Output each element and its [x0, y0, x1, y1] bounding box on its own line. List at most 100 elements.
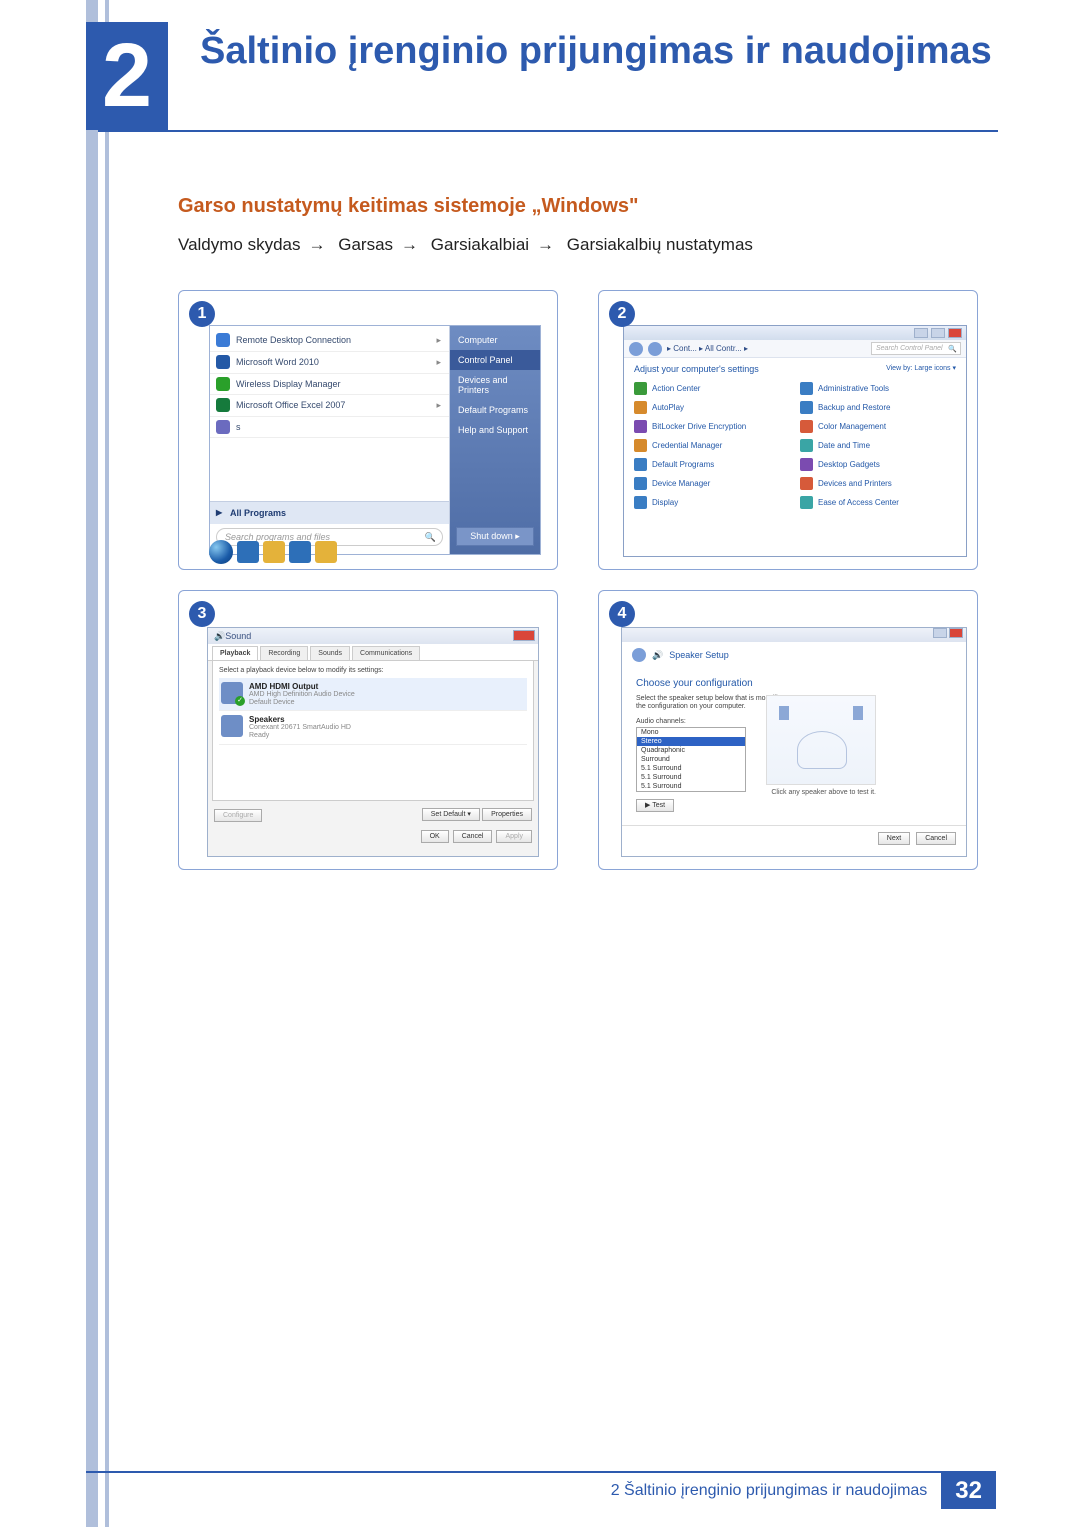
- cp-item-datetime[interactable]: Date and Time: [800, 439, 956, 452]
- device-row[interactable]: SpeakersConexant 20671 SmartAudio HDRead…: [219, 711, 527, 744]
- start-menu-link[interactable]: Default Programs: [450, 400, 540, 420]
- check-icon: ✓: [235, 696, 245, 706]
- chapter-title: Šaltinio įrenginio prijungimas ir naudoj…: [200, 30, 992, 73]
- taskbar-icon[interactable]: [237, 541, 259, 563]
- arrow-icon: →: [529, 235, 562, 254]
- nav-bar: ▸ Cont... ▸ All Contr... ▸ Search Contro…: [624, 340, 966, 358]
- start-menu-item[interactable]: Wireless Display Manager: [210, 374, 449, 395]
- cp-item-display[interactable]: Display: [634, 496, 790, 509]
- list-item[interactable]: Surround: [637, 755, 745, 764]
- chapter-number-box: 2: [86, 22, 168, 130]
- viewby-dropdown[interactable]: View by: Large icons ▾: [886, 364, 956, 374]
- arrow-icon: →: [393, 235, 426, 254]
- dialog-buttons: Next Cancel: [622, 825, 966, 851]
- start-menu-item[interactable]: s: [210, 417, 449, 438]
- next-button[interactable]: Next: [878, 832, 910, 845]
- taskbar-icon[interactable]: [289, 541, 311, 563]
- tab-recording[interactable]: Recording: [260, 646, 308, 660]
- search-input[interactable]: Search Control Panel🔍: [871, 342, 961, 355]
- cp-item-default-programs[interactable]: Default Programs: [634, 458, 790, 471]
- speaker-left-icon[interactable]: [779, 706, 789, 720]
- titlebar: [624, 326, 966, 340]
- cp-item-backup[interactable]: Backup and Restore: [800, 401, 956, 414]
- list-item[interactable]: 5.1 Surround: [637, 782, 745, 791]
- tab-sounds[interactable]: Sounds: [310, 646, 350, 660]
- cancel-button[interactable]: Cancel: [916, 832, 956, 845]
- tab-playback[interactable]: Playback: [212, 646, 258, 660]
- ok-button[interactable]: OK: [421, 830, 449, 843]
- start-menu-item[interactable]: Remote Desktop Connection▸: [210, 330, 449, 352]
- channels-listbox[interactable]: Mono Stereo Quadraphonic Surround 5.1 Su…: [636, 727, 746, 792]
- control-panel-window: ▸ Cont... ▸ All Contr... ▸ Search Contro…: [623, 325, 967, 557]
- forward-icon[interactable]: [648, 342, 662, 356]
- cp-item-gadgets[interactable]: Desktop Gadgets: [800, 458, 956, 471]
- cp-item-admin-tools[interactable]: Administrative Tools: [800, 382, 956, 395]
- cp-item-credential[interactable]: Credential Manager: [634, 439, 790, 452]
- test-button[interactable]: ▶ Test: [636, 799, 674, 812]
- all-programs-button[interactable]: All Programs: [210, 501, 449, 524]
- start-menu-link[interactable]: Computer: [450, 330, 540, 350]
- cp-item-autoplay[interactable]: AutoPlay: [634, 401, 790, 414]
- speaker-right-icon[interactable]: [853, 706, 863, 720]
- list-item[interactable]: Quadraphonic: [637, 746, 745, 755]
- cp-item-ease-of-access[interactable]: Ease of Access Center: [800, 496, 956, 509]
- hdmi-icon: ✓: [221, 682, 243, 704]
- configure-button[interactable]: Configure: [214, 809, 262, 822]
- rdc-icon: [216, 333, 230, 347]
- safe-icon: [634, 439, 647, 452]
- printer-icon: [800, 477, 813, 490]
- cp-item-action-center[interactable]: Action Center: [634, 382, 790, 395]
- excel-icon: [216, 398, 230, 412]
- breadcrumb[interactable]: ▸ Cont... ▸ All Contr... ▸: [667, 344, 748, 353]
- color-icon: [800, 420, 813, 433]
- word-icon: [216, 355, 230, 369]
- cp-item-color[interactable]: Color Management: [800, 420, 956, 433]
- button-row: Configure Set Default ▾ Properties: [208, 805, 538, 826]
- minimize-button[interactable]: [933, 628, 947, 638]
- chevron-right-icon: ▸: [436, 335, 441, 346]
- list-item[interactable]: 5.1 Surround: [637, 764, 745, 773]
- footer-text: 2 Šaltinio įrenginio prijungimas ir naud…: [611, 1473, 942, 1509]
- cp-item-devices-printers[interactable]: Devices and Printers: [800, 477, 956, 490]
- page-number: 32: [941, 1473, 996, 1509]
- programs-icon: [634, 458, 647, 471]
- spk-left: Select the speaker setup below that is m…: [636, 695, 746, 809]
- tools-icon: [800, 382, 813, 395]
- gadgets-icon: [800, 458, 813, 471]
- sidebar-stripe-wide: [86, 0, 98, 1527]
- taskbar-icon[interactable]: [263, 541, 285, 563]
- taskbar-icon[interactable]: [315, 541, 337, 563]
- backup-icon: [800, 401, 813, 414]
- breadcrumb-step: Garsiakalbių nustatymas: [567, 235, 753, 254]
- start-menu-item[interactable]: Microsoft Word 2010▸: [210, 352, 449, 374]
- close-button[interactable]: [948, 328, 962, 338]
- tab-communications[interactable]: Communications: [352, 646, 420, 660]
- back-icon[interactable]: [632, 648, 646, 662]
- close-button[interactable]: [513, 630, 535, 641]
- properties-button[interactable]: Properties: [482, 808, 532, 821]
- figure-number-badge: 4: [609, 601, 635, 627]
- apply-button[interactable]: Apply: [496, 830, 532, 843]
- titlebar: 🔊 Sound: [208, 628, 538, 644]
- device-row[interactable]: ✓ AMD HDMI OutputAMD High Definition Aud…: [219, 678, 527, 711]
- list-item[interactable]: 5.1 Surround: [637, 773, 745, 782]
- list-item[interactable]: Stereo: [637, 737, 745, 746]
- start-orb-icon[interactable]: [209, 540, 233, 564]
- start-menu-link[interactable]: Control Panel: [450, 350, 540, 370]
- back-icon[interactable]: [629, 342, 643, 356]
- spk-subtext: Select the speaker setup below that is m…: [636, 695, 786, 712]
- start-menu-item[interactable]: Microsoft Office Excel 2007▸: [210, 395, 449, 417]
- maximize-button[interactable]: [931, 328, 945, 338]
- spk-body: Choose your configuration Select the spe…: [622, 668, 966, 815]
- close-button[interactable]: [949, 628, 963, 638]
- set-default-button[interactable]: Set Default ▾: [422, 808, 480, 821]
- lock-icon: [634, 420, 647, 433]
- list-item[interactable]: Mono: [637, 728, 745, 737]
- start-menu-link[interactable]: Devices and Printers: [450, 370, 540, 400]
- cp-item-device-manager[interactable]: Device Manager: [634, 477, 790, 490]
- breadcrumb-step: Garsiakalbiai: [431, 235, 529, 254]
- start-menu-link[interactable]: Help and Support: [450, 420, 540, 440]
- cancel-button[interactable]: Cancel: [453, 830, 493, 843]
- minimize-button[interactable]: [914, 328, 928, 338]
- cp-item-bitlocker[interactable]: BitLocker Drive Encryption: [634, 420, 790, 433]
